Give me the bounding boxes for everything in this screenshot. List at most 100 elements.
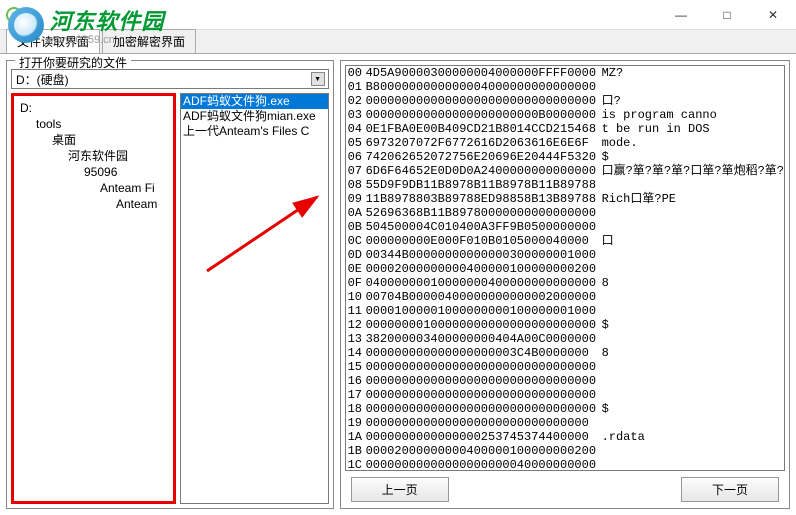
hex-row: 1700000000000000000000000000000000 bbox=[346, 388, 784, 402]
hex-offset: 08 bbox=[346, 178, 366, 192]
hex-ascii: 8 bbox=[598, 346, 784, 360]
file-item[interactable]: ADF蚂蚁文件狗mian.exe bbox=[181, 109, 328, 124]
minimize-icon: — bbox=[675, 8, 687, 22]
hex-offset: 10 bbox=[346, 290, 366, 304]
hex-row: 0B504500004C010400A3FF9B0500000000 bbox=[346, 220, 784, 234]
hex-ascii bbox=[598, 304, 784, 318]
prev-page-button[interactable]: 上一页 bbox=[351, 477, 449, 502]
hex-bytes: 00000000000000000000000000000000 bbox=[366, 388, 598, 402]
tab-label: 文件读取界面 bbox=[17, 35, 89, 49]
dropdown-arrow-icon: ▼ bbox=[311, 72, 325, 86]
hex-ascii bbox=[598, 444, 784, 458]
tree-node[interactable]: 桌面 河东软件园 95096 Anteam Fi bbox=[52, 132, 171, 212]
hex-offset: 17 bbox=[346, 388, 366, 402]
next-page-button[interactable]: 下一页 bbox=[681, 477, 779, 502]
hex-ascii: 口 bbox=[598, 234, 784, 248]
tree-node[interactable]: Anteam Fi Anteam bbox=[100, 180, 171, 212]
hex-bytes: 000000000E000F010B0105000040000 bbox=[366, 234, 598, 248]
hex-ascii bbox=[598, 332, 784, 346]
drive-combobox[interactable]: D：(硬盘) ▼ bbox=[11, 69, 329, 89]
hex-ascii: 8 bbox=[598, 276, 784, 290]
tree-label: Anteam Fi bbox=[100, 181, 155, 195]
hex-row: 13382000003400000000404A00C0000000 bbox=[346, 332, 784, 346]
client-area: 打开你要研究的文件 D：(硬盘) ▼ D: tools 桌面 河东软件园 bbox=[0, 54, 796, 515]
hex-row: 004D5A90000300000004000000FFFF0000MZ? bbox=[346, 66, 784, 80]
hex-ascii bbox=[598, 262, 784, 276]
hex-bytes: 00002000000000400000100000000200 bbox=[366, 444, 598, 458]
tree-label: 95096 bbox=[84, 165, 117, 179]
hex-offset: 0B bbox=[346, 220, 366, 234]
hex-ascii: $ bbox=[598, 150, 784, 164]
hex-bytes: 6D6F64652E0D0D0A2400000000000000 bbox=[366, 164, 598, 178]
hex-offset: 12 bbox=[346, 318, 366, 332]
hex-bytes: 00000000000000000000000000000000 bbox=[366, 94, 598, 108]
hex-row: 0200000000000000000000000000000000口? bbox=[346, 94, 784, 108]
hex-row: 040E1FBA0E00B409CD21B8014CCD215468t be r… bbox=[346, 122, 784, 136]
hex-offset: 03 bbox=[346, 108, 366, 122]
tab-file-read[interactable]: 文件读取界面 bbox=[6, 29, 100, 53]
close-button[interactable]: ✕ bbox=[750, 0, 796, 30]
tree-node[interactable]: 河东软件园 95096 Anteam Fi A bbox=[68, 148, 171, 212]
hex-bytes: 00002000000000400000100000000200 bbox=[366, 262, 598, 276]
hex-ascii bbox=[598, 290, 784, 304]
hex-bytes: 000000000000000000003C4B0000000 bbox=[366, 346, 598, 360]
hex-offset: 09 bbox=[346, 192, 366, 206]
hex-row: 06742062652072756E20696E20444F5320$ bbox=[346, 150, 784, 164]
tree-label: tools bbox=[36, 117, 61, 131]
hex-row: 0911B8978803B89788ED98858B13B89788Rich口箪… bbox=[346, 192, 784, 206]
hex-bytes: 00000000000000000000000000000000 bbox=[366, 360, 598, 374]
hex-bytes: 11B8978803B89788ED98858B13B89788 bbox=[366, 192, 598, 206]
hex-row: 01B8000000000000004000000000000000 bbox=[346, 80, 784, 94]
hex-offset: 1B bbox=[346, 444, 366, 458]
hex-bytes: 504500004C010400A3FF9B0500000000 bbox=[366, 220, 598, 234]
hex-offset: 05 bbox=[346, 136, 366, 150]
file-list[interactable]: ADF蚂蚁文件狗.exe ADF蚂蚁文件狗mian.exe 上一代Anteam'… bbox=[180, 93, 329, 504]
hex-row: 1800000000000000000000000000000000$ bbox=[346, 402, 784, 416]
hex-bytes: 382000003400000000404A00C0000000 bbox=[366, 332, 598, 346]
hex-offset: 19 bbox=[346, 416, 366, 430]
window-titlebar: — □ ✕ bbox=[0, 0, 796, 30]
hex-row: 0E00002000000000400000100000000200 bbox=[346, 262, 784, 276]
hex-ascii bbox=[598, 360, 784, 374]
hex-offset: 07 bbox=[346, 164, 366, 178]
right-panel: 004D5A90000300000004000000FFFF0000MZ?01B… bbox=[340, 60, 790, 509]
hex-ascii: .rdata bbox=[598, 430, 784, 444]
hex-ascii bbox=[598, 248, 784, 262]
hex-bytes: 00000000100000000000000000000000 bbox=[366, 318, 598, 332]
hex-row: 0F040000000100000004000000000000008 bbox=[346, 276, 784, 290]
hex-bytes: 04000000010000000400000000000000 bbox=[366, 276, 598, 290]
hex-ascii: mode. bbox=[598, 136, 784, 150]
hex-row: 1000704B00000400000000000002000000 bbox=[346, 290, 784, 304]
hex-row: 1C00000000000000000000040000000000 bbox=[346, 458, 784, 471]
hex-bytes: 00704B00000400000000000002000000 bbox=[366, 290, 598, 304]
hex-ascii: $ bbox=[598, 318, 784, 332]
hex-viewer[interactable]: 004D5A90000300000004000000FFFF0000MZ?01B… bbox=[345, 65, 785, 471]
hex-ascii: $ bbox=[598, 402, 784, 416]
hex-row: 1B00002000000000400000100000000200 bbox=[346, 444, 784, 458]
hex-bytes: 55D9F9DB11B8978B11B8978B11B89788 bbox=[366, 178, 598, 192]
hex-row: 0D00344B00000000000000300000001000 bbox=[346, 248, 784, 262]
hex-ascii bbox=[598, 80, 784, 94]
hex-offset: 01 bbox=[346, 80, 366, 94]
hex-offset: 1C bbox=[346, 458, 366, 471]
hex-offset: 00 bbox=[346, 66, 366, 80]
tree-node[interactable]: 95096 Anteam Fi Anteam bbox=[84, 164, 171, 212]
minimize-button[interactable]: — bbox=[658, 0, 704, 30]
hex-offset: 15 bbox=[346, 360, 366, 374]
tree-node-root[interactable]: D: tools 桌面 河东软件园 95096 bbox=[20, 100, 171, 212]
tree-label: 桌面 bbox=[52, 133, 76, 147]
file-item-selected[interactable]: ADF蚂蚁文件狗.exe bbox=[181, 94, 328, 109]
folder-tree[interactable]: D: tools 桌面 河东软件园 95096 bbox=[11, 93, 176, 504]
hex-bytes: 0000000000000000000000000000000 bbox=[366, 416, 598, 430]
tree-label: Anteam bbox=[116, 197, 157, 211]
maximize-button[interactable]: □ bbox=[704, 0, 750, 30]
hex-bytes: 00000000000000000000000000000000 bbox=[366, 402, 598, 416]
tree-node[interactable]: Anteam bbox=[116, 196, 171, 212]
file-item[interactable]: 上一代Anteam's Files C bbox=[181, 124, 328, 139]
tab-encrypt-decrypt[interactable]: 加密解密界面 bbox=[102, 29, 196, 53]
hex-bytes: 6973207072F6772616D2063616E6E6F bbox=[366, 136, 598, 150]
tree-node[interactable]: tools 桌面 河东软件园 95096 bbox=[36, 116, 171, 212]
hex-bytes: 00001000001000000000100000001000 bbox=[366, 304, 598, 318]
app-icon bbox=[6, 7, 22, 23]
hex-offset: 13 bbox=[346, 332, 366, 346]
